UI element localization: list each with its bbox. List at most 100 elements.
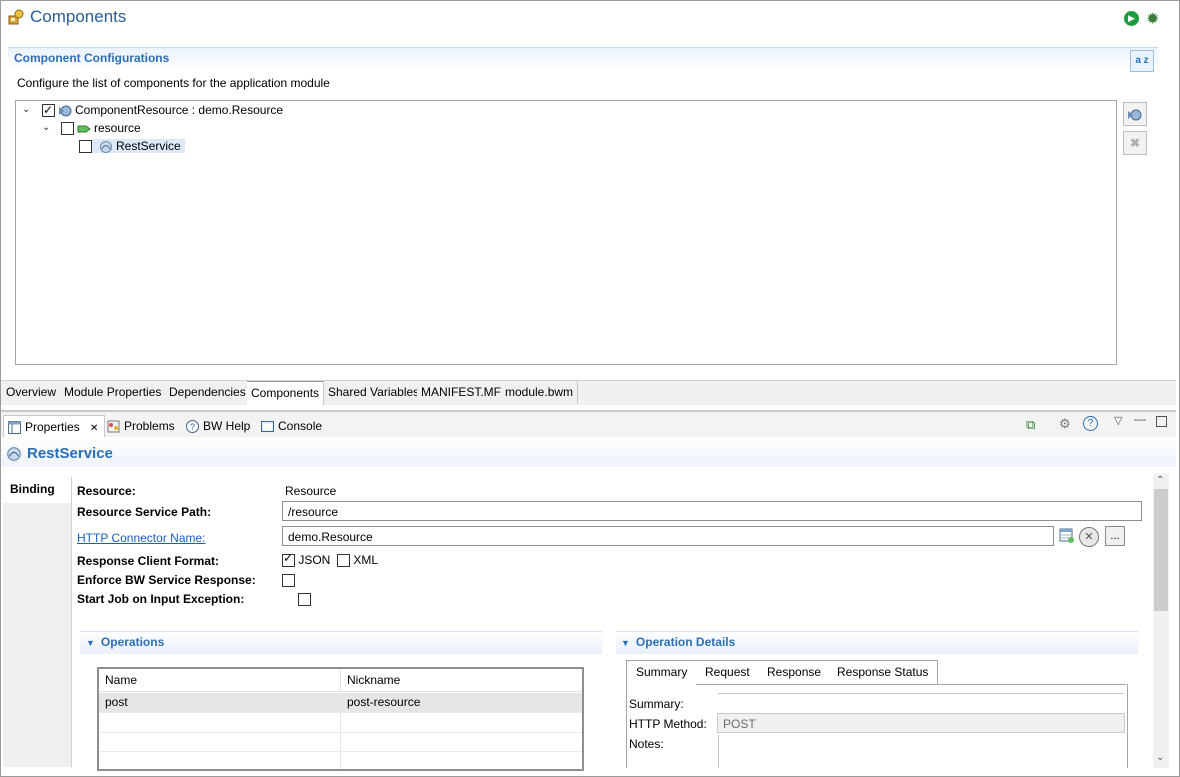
- operation-details-toggle[interactable]: ▼ Operation Details: [621, 635, 735, 649]
- add-component-icon: [1128, 109, 1142, 121]
- svg-text:?: ?: [190, 422, 195, 432]
- component-node-icon: [59, 105, 72, 117]
- tab-module-bwm[interactable]: module.bwm: [501, 381, 579, 404]
- service-path-label: Resource Service Path:: [77, 505, 212, 519]
- properties-icon: [8, 421, 21, 435]
- triangle-down-icon: ▼: [86, 638, 95, 648]
- tab-bw-help[interactable]: ? BW Help: [182, 415, 250, 437]
- editor-title: Components: [30, 7, 127, 26]
- maximize-icon[interactable]: [1156, 416, 1167, 427]
- remove-component-button[interactable]: ✖: [1123, 131, 1147, 155]
- json-option[interactable]: JSON: [282, 551, 331, 568]
- view-tab-bar: Properties ✕ Problems ? BW Help Console ⧉…: [1, 410, 1176, 439]
- tree-checkbox[interactable]: [79, 140, 92, 154]
- open-editor-icon[interactable]: ⧉: [1026, 417, 1035, 433]
- start-job-checkbox[interactable]: [298, 593, 312, 607]
- tab-summary[interactable]: Summary: [626, 660, 698, 685]
- summary-label: Summary:: [629, 697, 684, 711]
- tab-problems[interactable]: Problems: [103, 415, 175, 437]
- properties-side-tabs: [3, 477, 72, 767]
- tab-label: BW Help: [203, 419, 251, 433]
- chevron-down-icon[interactable]: ⌄: [42, 119, 50, 137]
- json-label: JSON: [298, 553, 331, 567]
- rest-service-icon: [7, 447, 21, 461]
- section-description: Configure the list of components for the…: [17, 76, 330, 90]
- browse-button[interactable]: ...: [1105, 526, 1125, 546]
- view-menu-icon[interactable]: ▽: [1114, 414, 1122, 427]
- add-component-button[interactable]: [1123, 102, 1147, 126]
- notes-label: Notes:: [629, 737, 664, 751]
- xml-checkbox[interactable]: [337, 554, 350, 568]
- close-icon: ✖: [1129, 136, 1141, 150]
- http-method-field: POST: [717, 713, 1125, 733]
- start-job-label: Start Job on Input Exception:: [77, 592, 245, 606]
- tree-item-label: resource: [94, 121, 141, 135]
- run-icon[interactable]: ▶: [1124, 11, 1139, 26]
- tab-components[interactable]: Components: [247, 381, 325, 405]
- triangle-down-icon: ▼: [621, 638, 630, 648]
- tab-shared-variables[interactable]: Shared Variables: [324, 381, 425, 404]
- column-header-name[interactable]: Name: [99, 669, 341, 692]
- tab-label: Problems: [124, 419, 175, 433]
- scroll-up-icon[interactable]: ⌃: [1156, 475, 1164, 486]
- clear-icon[interactable]: ✕: [1079, 527, 1099, 547]
- sort-alpha-button[interactable]: a z: [1130, 50, 1154, 72]
- properties-header: [1, 437, 1176, 467]
- enforce-response-label: Enforce BW Service Response:: [77, 573, 256, 587]
- xml-label: XML: [353, 553, 379, 567]
- tab-console[interactable]: Console: [257, 415, 322, 437]
- tab-response-status[interactable]: Response Status: [828, 660, 939, 685]
- tab-dependencies[interactable]: Dependencies: [165, 381, 251, 404]
- minimize-icon[interactable]: —: [1134, 412, 1146, 426]
- summary-divider: [718, 693, 1124, 694]
- help-icon[interactable]: ?: [1083, 416, 1098, 431]
- tab-module-properties[interactable]: Module Properties: [60, 381, 167, 404]
- close-icon[interactable]: ✕: [90, 423, 98, 434]
- tab-request[interactable]: Request: [696, 660, 760, 685]
- tab-binding[interactable]: Binding: [3, 477, 71, 503]
- column-divider: [340, 693, 341, 769]
- notes-area[interactable]: [718, 735, 719, 768]
- scrollbar-thumb[interactable]: [1154, 489, 1168, 611]
- tab-properties[interactable]: Properties ✕: [3, 415, 105, 438]
- editor-tab-bar: Overview Module Properties Dependencies …: [1, 380, 1176, 405]
- operations-toggle[interactable]: ▼ Operations: [86, 635, 164, 649]
- operation-details-title: Operation Details: [635, 635, 736, 649]
- debug-icon[interactable]: ✹: [1146, 9, 1159, 29]
- properties-title: RestService: [27, 445, 113, 462]
- tree-item-label: RestService: [116, 139, 181, 153]
- components-icon: [8, 9, 24, 25]
- tab-label: Properties: [25, 420, 80, 434]
- resource-value: Resource: [285, 484, 337, 498]
- enforce-response-checkbox[interactable]: [282, 574, 295, 588]
- tree-checkbox[interactable]: [42, 101, 55, 119]
- column-header-nickname[interactable]: Nickname: [341, 669, 582, 692]
- json-checkbox[interactable]: [282, 551, 295, 568]
- resource-label: Resource:: [77, 484, 136, 498]
- tree-item-label: ComponentResource : demo.Resource: [75, 103, 284, 117]
- http-connector-input[interactable]: demo.Resource: [282, 526, 1054, 546]
- section-header: [8, 47, 1158, 70]
- tab-manifest[interactable]: MANIFEST.MF: [417, 381, 506, 404]
- tab-response[interactable]: Response: [758, 660, 832, 685]
- problems-icon: [107, 420, 120, 433]
- help-icon: ?: [186, 420, 199, 434]
- operation-details-tabs: Summary Request Response Response Status: [626, 660, 1126, 685]
- chevron-down-icon[interactable]: ⌄: [22, 101, 30, 119]
- operations-table[interactable]: Name Nickname post post-resource: [97, 667, 584, 771]
- response-format-label: Response Client Format:: [77, 554, 220, 568]
- operation-name: post: [105, 695, 128, 709]
- tree-checkbox[interactable]: [61, 122, 74, 136]
- select-resource-icon[interactable]: [1059, 528, 1075, 544]
- section-title: Component Configurations: [14, 51, 170, 65]
- service-path-input[interactable]: /resource: [282, 501, 1142, 521]
- xml-option[interactable]: XML: [337, 553, 379, 568]
- operation-nickname: post-resource: [347, 695, 421, 709]
- tab-overview[interactable]: Overview: [2, 381, 62, 404]
- console-icon: [261, 421, 274, 433]
- component-tree[interactable]: ⌄ ComponentResource : demo.Resource ⌄ re…: [15, 100, 1117, 365]
- http-method-label: HTTP Method:: [629, 717, 707, 731]
- pin-icon[interactable]: ⚙: [1059, 416, 1071, 432]
- http-connector-link[interactable]: HTTP Connector Name:: [77, 531, 206, 545]
- scroll-down-icon[interactable]: ⌄: [1156, 752, 1164, 763]
